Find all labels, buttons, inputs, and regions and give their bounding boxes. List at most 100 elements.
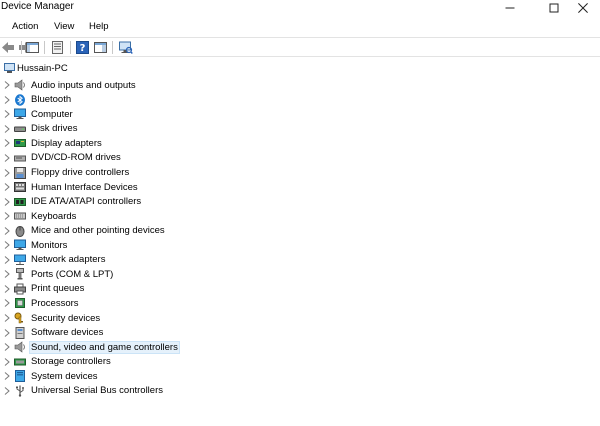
close-icon xyxy=(578,3,589,14)
minimize-icon xyxy=(506,8,515,9)
minimize-button[interactable] xyxy=(488,0,532,16)
toolbar: ? xyxy=(0,37,600,57)
chevron-right-icon[interactable] xyxy=(3,109,11,119)
toolbar-separator xyxy=(70,41,71,54)
tree-category-label: Sound, video and game controllers xyxy=(30,342,179,353)
tree-category[interactable]: Software devices xyxy=(0,326,300,341)
usb-icon xyxy=(14,385,26,397)
tree-category-label: Processors xyxy=(30,298,80,309)
system-device-icon xyxy=(14,370,26,382)
tree-category-label: Computer xyxy=(30,109,74,120)
tree-category[interactable]: Bluetooth xyxy=(0,93,300,108)
tree-category[interactable]: Audio inputs and outputs xyxy=(0,78,300,93)
chevron-right-icon[interactable] xyxy=(3,168,11,178)
help-icon: ? xyxy=(75,40,90,55)
speaker-icon xyxy=(14,79,26,91)
chevron-right-icon[interactable] xyxy=(3,211,11,221)
tree-category[interactable]: Floppy drive controllers xyxy=(0,166,300,181)
floppy-icon xyxy=(14,167,26,179)
tree-category[interactable]: Keyboards xyxy=(0,209,300,224)
tree-category-label: Print queues xyxy=(30,283,85,294)
back-arrow-icon xyxy=(1,40,16,55)
menu-view[interactable]: View xyxy=(54,21,74,32)
tree-root-computer[interactable]: Hussain-PC xyxy=(2,62,202,76)
tree-category[interactable]: Human Interface Devices xyxy=(0,180,300,195)
disk-drive-icon xyxy=(14,123,26,135)
action-pane-button[interactable] xyxy=(93,40,108,55)
tree-category[interactable]: Universal Serial Bus controllers xyxy=(0,384,300,399)
chevron-right-icon[interactable] xyxy=(3,386,11,396)
tree-category[interactable]: Sound, video and game controllers xyxy=(0,340,300,355)
close-button[interactable] xyxy=(566,0,600,16)
tree-category[interactable]: Processors xyxy=(0,296,300,311)
menu-help[interactable]: Help xyxy=(89,21,109,32)
tree-category[interactable]: IDE ATA/ATAPI controllers xyxy=(0,195,300,210)
tree-category-label: Mice and other pointing devices xyxy=(30,225,166,236)
chevron-right-icon[interactable] xyxy=(3,342,11,352)
tree-category-label: Audio inputs and outputs xyxy=(30,80,137,91)
help-button[interactable]: ? xyxy=(75,40,90,55)
chevron-right-icon[interactable] xyxy=(3,197,11,207)
tree-category[interactable]: Mice and other pointing devices xyxy=(0,224,300,239)
monitor-icon xyxy=(14,239,26,251)
chevron-right-icon[interactable] xyxy=(3,255,11,265)
chevron-right-icon[interactable] xyxy=(3,371,11,381)
tree-root-label: Hussain-PC xyxy=(17,63,68,74)
chevron-right-icon[interactable] xyxy=(3,357,11,367)
tree-category[interactable]: DVD/CD-ROM drives xyxy=(0,151,300,166)
chevron-right-icon[interactable] xyxy=(3,313,11,323)
tree-category[interactable]: Network adapters xyxy=(0,253,300,268)
tree-category[interactable]: System devices xyxy=(0,369,300,384)
tree-category[interactable]: Ports (COM & LPT) xyxy=(0,267,300,282)
security-key-icon xyxy=(14,312,26,324)
properties-button[interactable] xyxy=(50,40,65,55)
svg-text:?: ? xyxy=(80,43,86,54)
chevron-right-icon[interactable] xyxy=(3,240,11,250)
chevron-right-icon[interactable] xyxy=(3,269,11,279)
tree-category-label: IDE ATA/ATAPI controllers xyxy=(30,196,142,207)
tree-category[interactable]: Security devices xyxy=(0,311,300,326)
tree-category[interactable]: Computer xyxy=(0,107,300,122)
tree-category-label: Disk drives xyxy=(30,123,78,134)
monitor-icon xyxy=(14,108,26,120)
ide-controller-icon xyxy=(14,196,26,208)
chevron-right-icon[interactable] xyxy=(3,182,11,192)
network-icon xyxy=(14,254,26,266)
console-tree-icon xyxy=(25,40,40,55)
scan-hardware-button[interactable] xyxy=(118,40,133,55)
tree-category-label: Monitors xyxy=(30,240,68,251)
back-arrow-button[interactable] xyxy=(1,40,16,55)
tree-category-label: DVD/CD-ROM drives xyxy=(30,152,122,163)
mouse-icon xyxy=(14,225,26,237)
chevron-right-icon[interactable] xyxy=(3,95,11,105)
tree-category[interactable]: Print queues xyxy=(0,282,300,297)
properties-icon xyxy=(50,40,65,55)
title-bar: Device Manager xyxy=(0,0,600,16)
tree-category[interactable]: Storage controllers xyxy=(0,355,300,370)
tree-category[interactable]: Disk drives xyxy=(0,122,300,137)
toolbar-separator xyxy=(44,41,45,54)
maximize-icon xyxy=(550,4,559,13)
software-device-icon xyxy=(14,327,26,339)
scan-hardware-icon xyxy=(118,40,133,55)
chevron-right-icon[interactable] xyxy=(3,298,11,308)
chevron-right-icon[interactable] xyxy=(3,153,11,163)
toolbar-separator xyxy=(21,41,22,54)
menu-action[interactable]: Action xyxy=(12,21,38,32)
chevron-right-icon[interactable] xyxy=(3,284,11,294)
show-hide-console-tree-button[interactable] xyxy=(25,40,40,55)
chevron-right-icon[interactable] xyxy=(3,80,11,90)
storage-controller-icon xyxy=(14,356,26,368)
tree-category[interactable]: Display adapters xyxy=(0,136,300,151)
tree-category-label: Ports (COM & LPT) xyxy=(30,269,114,280)
chevron-right-icon[interactable] xyxy=(3,138,11,148)
port-icon xyxy=(14,268,26,280)
printer-icon xyxy=(14,283,26,295)
chevron-right-icon[interactable] xyxy=(3,124,11,134)
chevron-right-icon[interactable] xyxy=(3,328,11,338)
speaker-icon xyxy=(14,341,26,353)
chevron-right-icon[interactable] xyxy=(3,226,11,236)
tree-category[interactable]: Monitors xyxy=(0,238,300,253)
tree-category-label: Human Interface Devices xyxy=(30,182,139,193)
bluetooth-icon xyxy=(14,94,26,106)
